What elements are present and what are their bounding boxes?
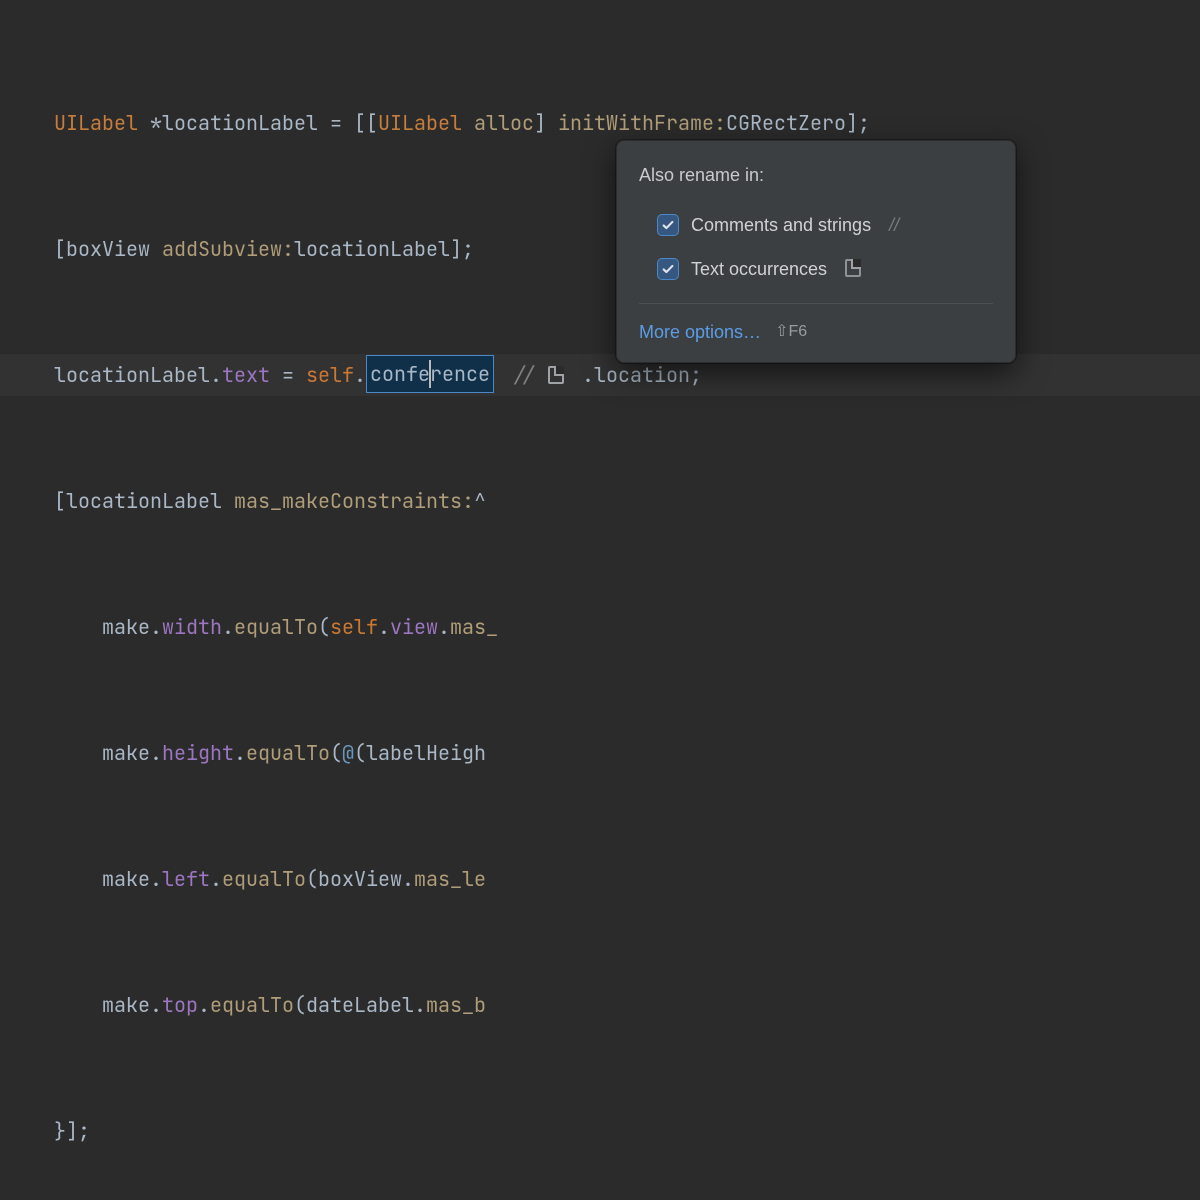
checkmark-icon xyxy=(661,262,675,276)
text-occurrence-icon xyxy=(548,366,564,384)
code-line: make.top.equalTo(dateLabel.mas_b xyxy=(54,984,1200,1026)
checkmark-icon xyxy=(661,218,675,232)
comment-slashes-icon: // xyxy=(889,211,899,239)
type-token: UILabel xyxy=(54,110,138,136)
option-label: Comments and strings xyxy=(691,211,871,239)
code-line: [locationLabel mas_makeConstraints:^ xyxy=(54,480,1200,522)
text-caret xyxy=(429,360,431,388)
option-text-occurrences[interactable]: Text occurrences xyxy=(639,247,993,291)
option-label: Text occurrences xyxy=(691,255,827,283)
popup-footer: More options… ⇧F6 xyxy=(639,303,993,346)
comment-slashes-icon: // xyxy=(512,362,536,388)
keyboard-shortcut: ⇧F6 xyxy=(775,318,807,346)
code-line: make.left.equalTo(boxView.mas_le xyxy=(54,858,1200,900)
checkbox-checked[interactable] xyxy=(657,214,679,236)
code-editor[interactable]: UILabel *locationLabel = [[UILabel alloc… xyxy=(0,0,1200,1200)
code-line-active: locationLabel.text = self.conference // … xyxy=(0,354,1200,396)
code-line: }]; xyxy=(54,1110,1200,1152)
checkbox-checked[interactable] xyxy=(657,258,679,280)
rename-input[interactable]: conference xyxy=(366,355,494,393)
rename-popup: Also rename in: Comments and strings // … xyxy=(616,140,1016,363)
text-occurrence-icon xyxy=(845,255,861,283)
code-line: make.width.equalTo(self.view.mas_ xyxy=(54,606,1200,648)
more-options-link[interactable]: More options… xyxy=(639,318,761,346)
popup-heading: Also rename in: xyxy=(639,161,993,189)
code-line: UILabel *locationLabel = [[UILabel alloc… xyxy=(54,102,1200,144)
code-line: make.height.equalTo(@(labelHeigh xyxy=(54,732,1200,774)
option-comments-strings[interactable]: Comments and strings // xyxy=(639,203,993,247)
inline-hint-icons: // xyxy=(494,362,582,388)
